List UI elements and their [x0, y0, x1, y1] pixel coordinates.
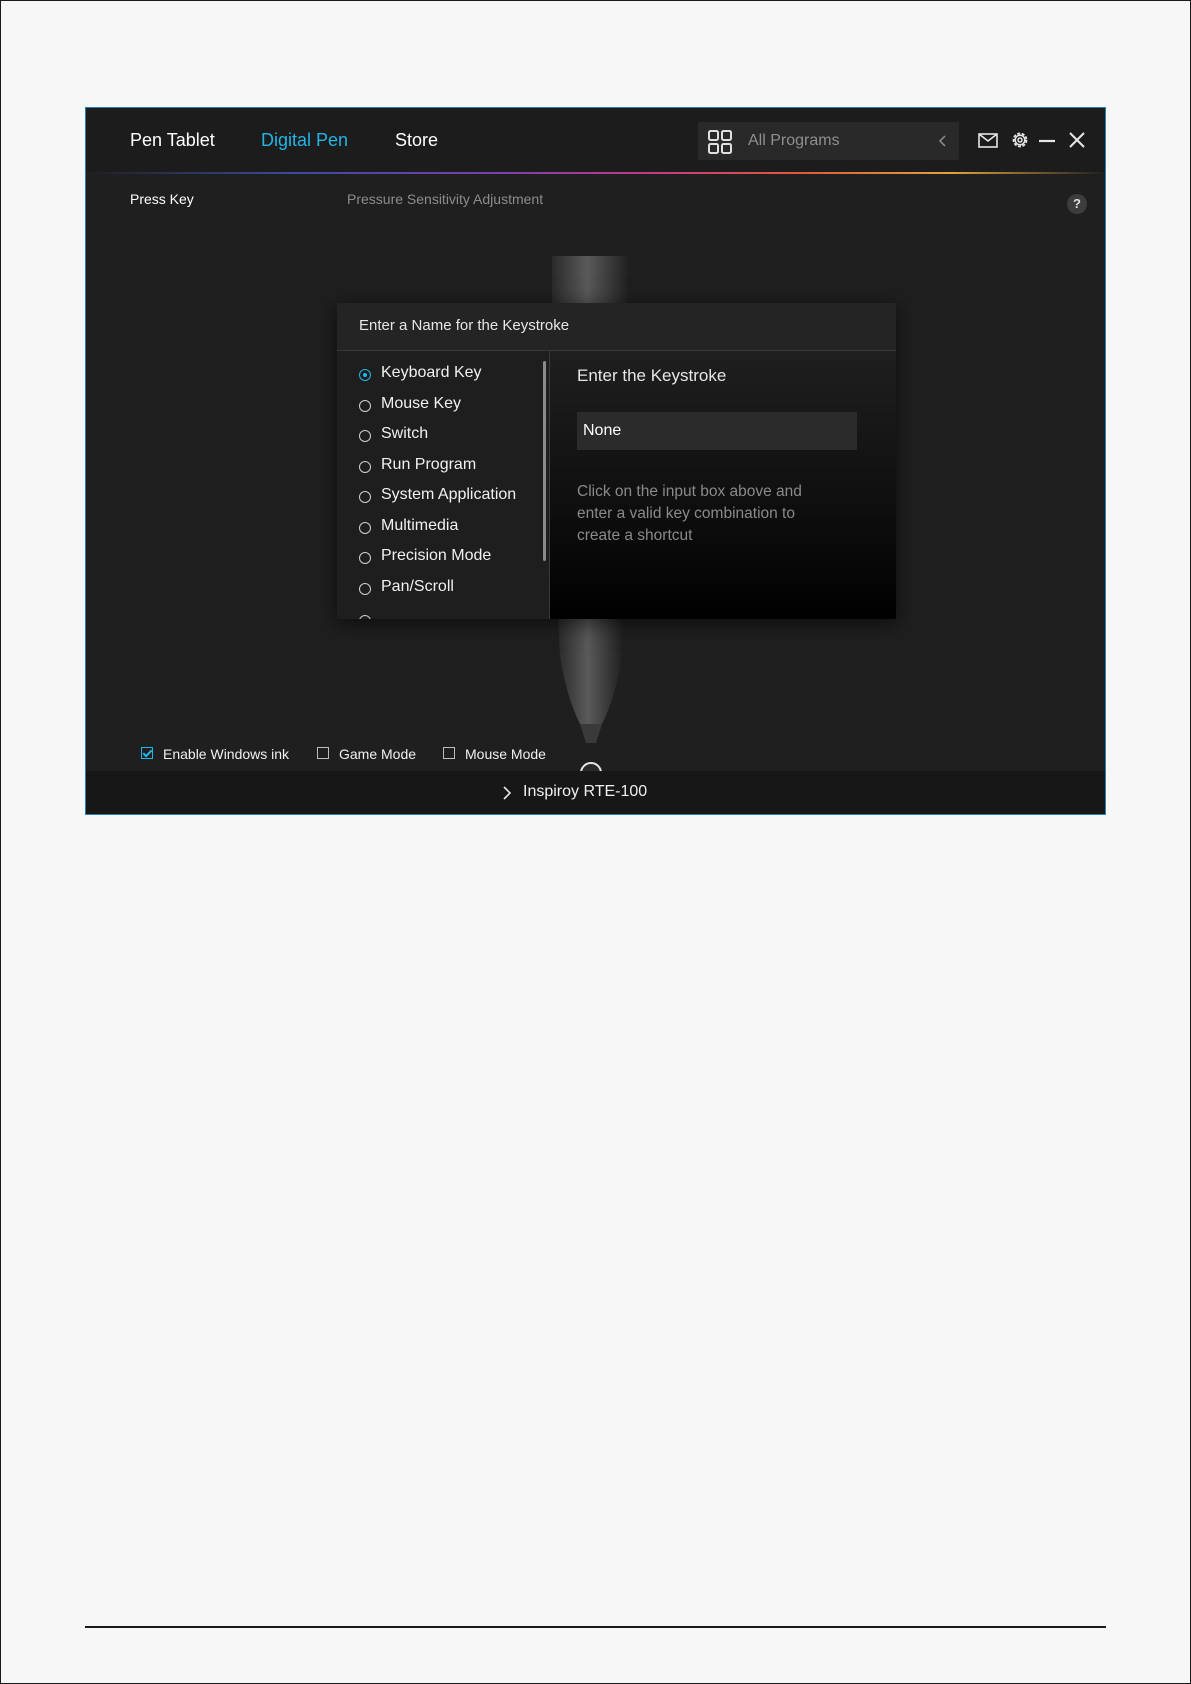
checkbox-label: Game Mode	[339, 746, 417, 762]
accent-divider	[86, 172, 1105, 174]
checkbox-unchecked-icon	[443, 747, 455, 759]
press-key-label[interactable]: Press Key	[130, 191, 194, 207]
radio-unselected-icon	[359, 430, 371, 442]
radio-unselected-icon	[359, 583, 371, 595]
program-selector[interactable]: All Programs	[698, 122, 959, 160]
close-icon[interactable]	[1067, 130, 1087, 150]
pressure-sensitivity-label[interactable]: Pressure Sensitivity Adjustment	[347, 191, 543, 207]
gear-icon[interactable]	[1010, 130, 1030, 150]
keystroke-input[interactable]	[577, 412, 857, 450]
page-bottom-rule	[85, 1626, 1106, 1628]
list-scrollbar[interactable]	[543, 361, 546, 561]
dialog-title: Enter a Name for the Keystroke	[359, 317, 570, 334]
chevron-left-icon[interactable]	[936, 132, 950, 150]
device-name: Inspiroy RTE-100	[523, 783, 648, 800]
radio-label: Pan/Scroll	[381, 578, 454, 595]
dialog-header: Enter a Name for the Keystroke	[337, 303, 896, 351]
radio-unselected-icon	[359, 400, 371, 412]
checkbox-label: Mouse Mode	[465, 746, 546, 762]
radio-unselected-icon	[359, 461, 371, 473]
radio-label: Switch	[381, 425, 429, 442]
radio-unselected-icon	[359, 522, 371, 534]
radio-unselected-icon	[359, 615, 371, 619]
function-type-list: Keyboard Key Mouse Key Switch Run Progra…	[337, 351, 549, 619]
tab-pen-tablet[interactable]: Pen Tablet	[130, 130, 215, 151]
radio-unselected-icon	[359, 491, 371, 503]
radio-label: Keyboard Key	[381, 364, 482, 381]
keystroke-title: Enter the Keystroke	[577, 366, 727, 385]
keystroke-help-text: Click on the input box above and enter a…	[577, 483, 802, 544]
tab-store[interactable]: Store	[395, 130, 438, 151]
device-footer[interactable]: Inspiroy RTE-100	[86, 771, 1105, 814]
checkbox-label: Enable Windows ink	[163, 746, 290, 762]
program-selector-label: All Programs	[748, 132, 840, 149]
tab-digital-pen[interactable]: Digital Pen	[261, 130, 348, 151]
radio-label: Multimedia	[381, 517, 459, 534]
keystroke-panel: Enter the Keystroke Click on the input b…	[549, 351, 896, 619]
apps-grid-icon	[708, 130, 732, 154]
title-bar: Pen Tablet Digital Pen Store All Program…	[86, 108, 1105, 173]
radio-label: System Application	[381, 486, 517, 503]
checkbox-unchecked-icon	[317, 747, 329, 759]
keystroke-dialog: Enter a Name for the Keystroke Keyboard …	[337, 303, 896, 619]
mail-icon[interactable]	[978, 130, 998, 150]
radio-label: Run Program	[381, 456, 477, 473]
radio-label: Mouse Key	[381, 395, 462, 412]
app-window: Pen Tablet Digital Pen Store All Program…	[85, 107, 1106, 815]
chevron-right-icon	[503, 786, 512, 800]
checkbox-checked-icon	[141, 747, 153, 759]
radio-selected-icon	[359, 369, 371, 381]
minimize-icon[interactable]	[1037, 130, 1057, 150]
help-icon[interactable]: ?	[1067, 194, 1087, 214]
radio-label: Precision Mode	[381, 547, 492, 564]
radio-unselected-icon	[359, 552, 371, 564]
